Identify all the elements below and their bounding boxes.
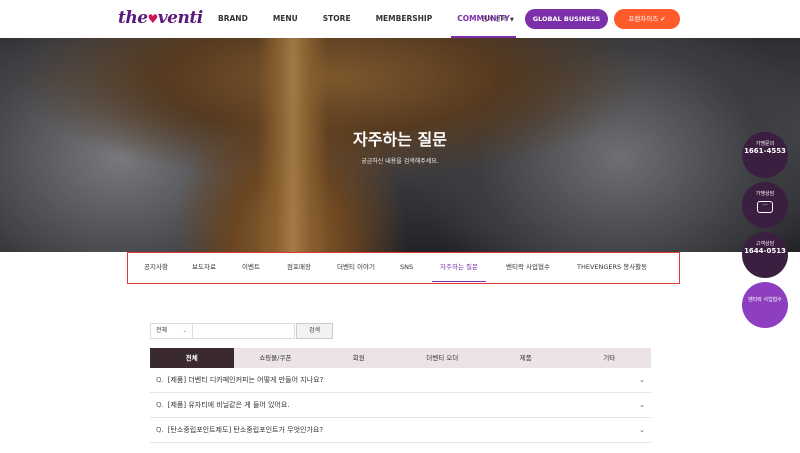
search-button[interactable]: 검색: [296, 323, 333, 339]
chevron-down-icon: ⌄: [182, 328, 187, 334]
check-icon: ✔: [660, 15, 666, 23]
nav-membership[interactable]: MEMBERSHIP: [376, 0, 433, 38]
global-business-button[interactable]: GLOBAL BUSINESS: [525, 9, 608, 29]
category-tab-member[interactable]: 회원: [317, 348, 401, 368]
hero-banner: 자주하는 질문 궁금하신 내용을 검색해주세요.: [0, 38, 800, 252]
chevron-down-icon: ⌄: [639, 376, 645, 384]
subtab-notice[interactable]: 공지사항: [144, 253, 168, 282]
faq-item[interactable]: Q. [탄소중립포인트제도] 탄소중립포인트가 무엇인가요? ⌄: [150, 418, 651, 443]
page: the♥venti BRAND MENU STORE MEMBERSHIP CO…: [0, 0, 800, 453]
caret-down-icon: ▼: [510, 17, 514, 23]
page-title: 자주하는 질문: [353, 130, 447, 149]
search-input[interactable]: [193, 323, 295, 339]
subtab-story[interactable]: 더벤티 이야기: [337, 253, 375, 282]
faq-item[interactable]: Q. [제품] 더벤티 디카페인커피는 어떻게 만들어 지나요? ⌄: [150, 368, 651, 393]
faq-category-tabs: 전체 쇼핑몰/쿠폰 회원 더벤티 오더 제품 기타: [150, 348, 651, 368]
category-tab-product[interactable]: 제품: [484, 348, 568, 368]
nav-brand[interactable]: BRAND: [218, 0, 248, 38]
search-category-select[interactable]: 전체 ⌄: [150, 323, 193, 339]
category-tab-all[interactable]: 전체: [150, 348, 234, 368]
subtab-sns[interactable]: SNS: [400, 253, 413, 282]
subtab-volunteer[interactable]: THEVENGERS 봉사활동: [577, 253, 647, 282]
page-subtitle: 궁금하신 내용을 검색해주세요.: [361, 158, 439, 165]
category-tab-etc[interactable]: 기타: [568, 348, 652, 368]
franchise-consult-button[interactable]: 가맹상담 ···: [742, 182, 788, 228]
subtab-faq[interactable]: 자주하는 질문: [432, 253, 486, 282]
subtab-partnership[interactable]: 벤티락 사업협수: [506, 253, 550, 282]
subtab-event[interactable]: 이벤트: [242, 253, 260, 282]
heart-icon: ♥: [147, 12, 159, 26]
nav-menu[interactable]: MENU: [273, 0, 298, 38]
category-tab-order[interactable]: 더벤티 오더: [401, 348, 485, 368]
nav-store[interactable]: STORE: [323, 0, 351, 38]
faq-list: Q. [제품] 더벤티 디카페인커피는 어떻게 만들어 지나요? ⌄ Q. [제품]…: [150, 368, 651, 443]
site-header: the♥venti BRAND MENU STORE MEMBERSHIP CO…: [0, 0, 800, 38]
franchise-button[interactable]: 프랜차이즈 ✔: [614, 9, 680, 29]
partnership-button[interactable]: 벤티락 사업협수: [742, 282, 788, 328]
faq-item[interactable]: Q. [제품] 유자티에 비닐같은 게 들어 있어요. ⌄: [150, 393, 651, 418]
subtab-store[interactable]: 점포매장: [287, 253, 311, 282]
customer-service-button[interactable]: 고객상담 1644-0513: [742, 232, 788, 278]
chevron-down-icon: ⌄: [639, 426, 645, 434]
subtab-press[interactable]: 보도자료: [192, 253, 216, 282]
category-tab-shop[interactable]: 쇼핑몰/쿠폰: [234, 348, 318, 368]
logo[interactable]: the♥venti: [118, 8, 203, 28]
community-subtabs: 공지사항 보도자료 이벤트 점포매장 더벤티 이야기 SNS 자주하는 질문 벤…: [127, 252, 680, 284]
chevron-down-icon: ⌄: [639, 401, 645, 409]
franchise-inquiry-button[interactable]: 가맹문의 1661-4553: [742, 132, 788, 178]
language-select[interactable]: 언어 선택 ▼: [482, 14, 514, 23]
chat-bubble-icon: ···: [757, 201, 773, 213]
